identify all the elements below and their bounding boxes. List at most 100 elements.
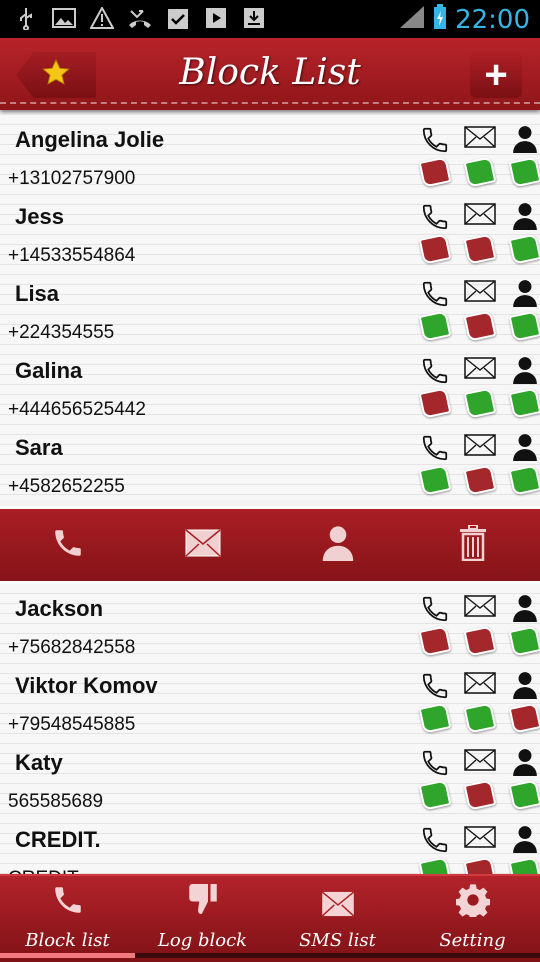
envelope-icon xyxy=(464,433,496,463)
call-block-toggle[interactable] xyxy=(418,125,452,188)
person-icon xyxy=(512,125,538,155)
sms-block-toggle[interactable] xyxy=(463,748,497,811)
contact-row[interactable]: Jackson +75682842558 xyxy=(0,584,540,661)
contact-name: Viktor Komov xyxy=(15,673,158,698)
sms-block-toggle[interactable] xyxy=(463,356,497,419)
contact-row[interactable]: Jess +14533554864 xyxy=(0,192,540,269)
contact-row[interactable]: Lisa +224354555 xyxy=(0,269,540,346)
envelope-icon xyxy=(321,891,355,922)
sms-block-toggle[interactable] xyxy=(463,279,497,342)
contact-block-toggle[interactable] xyxy=(508,825,540,874)
contact-phone: +224354555 xyxy=(8,322,115,343)
phone-icon xyxy=(419,748,451,778)
contact-phone: 565585689 xyxy=(8,791,104,812)
contact-row[interactable]: Katy 565585689 xyxy=(0,738,540,815)
contact-block-toggle[interactable] xyxy=(508,671,540,734)
contact-block-toggle[interactable] xyxy=(508,356,540,419)
person-icon xyxy=(512,202,538,232)
tab-setting[interactable]: Setting xyxy=(405,876,540,962)
contact-block-toggle[interactable] xyxy=(508,594,540,657)
person-icon xyxy=(512,356,538,386)
contact-name: Sara xyxy=(15,435,63,460)
person-icon xyxy=(512,279,538,309)
phone-icon xyxy=(419,433,451,463)
person-icon xyxy=(512,433,538,463)
call-status-badge xyxy=(418,702,452,734)
contact-phone: +444656525442 xyxy=(8,399,146,420)
gear-icon xyxy=(454,883,491,922)
thumbs-down-icon xyxy=(188,881,218,922)
checklist-icon xyxy=(166,6,190,30)
active-tab-indicator xyxy=(0,953,135,958)
call-block-toggle[interactable] xyxy=(418,202,452,265)
block-call-action-button[interactable] xyxy=(48,525,88,565)
tab-label: Log block xyxy=(157,930,248,951)
phone-icon xyxy=(419,825,451,855)
call-block-toggle[interactable] xyxy=(418,279,452,342)
delete-action-button[interactable] xyxy=(453,523,493,566)
contact-name: CREDIT. xyxy=(15,827,101,852)
call-block-toggle[interactable] xyxy=(418,433,452,496)
contact-row[interactable]: CREDIT.CREDIT xyxy=(0,815,540,874)
contact-status-badge xyxy=(508,156,540,188)
call-block-toggle[interactable] xyxy=(418,748,452,811)
contact-row[interactable]: Galina +444656525442 xyxy=(0,346,540,423)
person-icon xyxy=(512,671,538,701)
call-block-toggle[interactable] xyxy=(418,671,452,734)
tab-label: SMS list xyxy=(299,930,376,951)
person-icon xyxy=(512,594,538,624)
sms-block-toggle[interactable] xyxy=(463,202,497,265)
tab-sms-list[interactable]: SMS list xyxy=(270,876,405,962)
block-contact-action-button[interactable] xyxy=(318,525,358,565)
contact-status-badge xyxy=(508,625,540,657)
call-status-badge xyxy=(418,233,452,265)
envelope-icon xyxy=(464,671,496,701)
contact-row[interactable]: Viktor Komov +79548545885 xyxy=(0,661,540,738)
contact-status-badge xyxy=(508,464,540,496)
phone-icon xyxy=(419,671,451,701)
contact-row[interactable]: Sara +4582652255 xyxy=(0,423,540,500)
clock: 22:00 xyxy=(455,4,530,35)
contact-status-badge xyxy=(508,779,540,811)
call-block-toggle[interactable] xyxy=(418,594,452,657)
sms-block-toggle[interactable] xyxy=(463,125,497,188)
missed-call-icon xyxy=(128,6,152,30)
call-block-toggle[interactable] xyxy=(418,825,452,874)
contact-phone: +75682842558 xyxy=(8,637,136,658)
contact-block-toggle[interactable] xyxy=(508,279,540,342)
sms-status-badge xyxy=(463,464,497,496)
contact-row[interactable]: Angelina Jolie +13102757900 xyxy=(0,115,540,192)
play-store-icon xyxy=(204,6,228,30)
call-status-badge xyxy=(418,387,452,419)
contact-block-toggle[interactable] xyxy=(508,433,540,496)
call-block-toggle[interactable] xyxy=(418,356,452,419)
sms-status-badge xyxy=(463,625,497,657)
block-sms-action-button[interactable] xyxy=(183,525,223,565)
signal-icon xyxy=(399,5,425,34)
tab-log-block[interactable]: Log block xyxy=(135,876,270,962)
contact-name: Galina xyxy=(15,358,83,383)
trash-icon xyxy=(458,523,488,566)
status-bar: 22:00 xyxy=(0,0,540,38)
add-contact-button[interactable]: + xyxy=(470,52,522,98)
sms-status-badge xyxy=(463,387,497,419)
call-status-badge xyxy=(418,310,452,342)
sms-block-toggle[interactable] xyxy=(463,671,497,734)
sms-block-toggle[interactable] xyxy=(463,825,497,874)
sms-block-toggle[interactable] xyxy=(463,594,497,657)
contact-block-toggle[interactable] xyxy=(508,748,540,811)
tab-block-list[interactable]: Block list xyxy=(0,876,135,962)
sms-status-badge xyxy=(463,233,497,265)
contact-status-badge xyxy=(508,310,540,342)
block-list-bottom: Jackson +75682842558 Viktor Komov +79548545… xyxy=(0,584,540,874)
contact-name: Lisa xyxy=(15,281,60,306)
envelope-icon xyxy=(464,356,496,386)
block-list-top: Angelina Jolie +13102757900 Jess +145335548… xyxy=(0,115,540,500)
envelope-icon xyxy=(464,125,496,155)
sms-status-badge xyxy=(463,856,497,874)
call-status-badge xyxy=(418,156,452,188)
contact-block-toggle[interactable] xyxy=(508,202,540,265)
sms-block-toggle[interactable] xyxy=(463,433,497,496)
contact-block-toggle[interactable] xyxy=(508,125,540,188)
app-header: Block List + xyxy=(0,38,540,110)
